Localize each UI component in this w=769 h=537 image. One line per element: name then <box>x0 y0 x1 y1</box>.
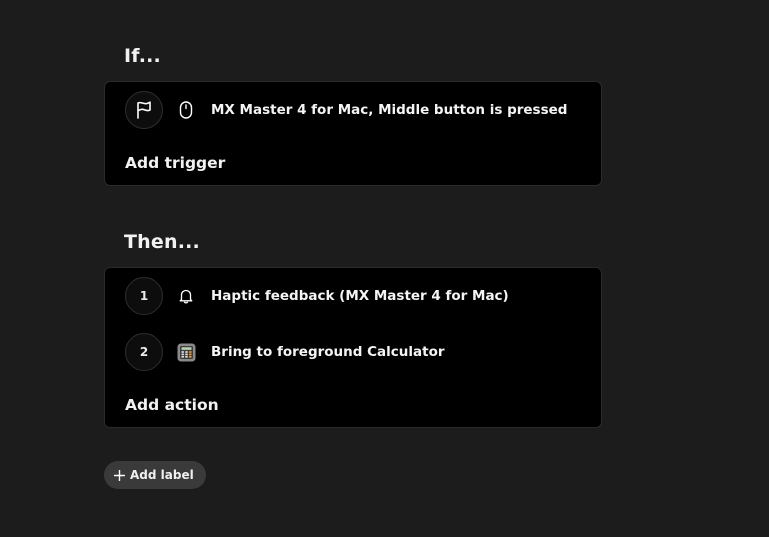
calculator-icon <box>176 342 196 362</box>
action-text: Haptic feedback (MX Master 4 for Mac) <box>211 288 509 304</box>
trigger-badge <box>125 91 163 129</box>
action-text: Bring to foreground Calculator <box>211 344 445 360</box>
bell-icon <box>176 286 196 306</box>
plus-icon <box>113 469 125 481</box>
mouse-icon <box>176 100 196 120</box>
action-row[interactable]: 2 Bring to foreground Calculator <box>125 332 585 372</box>
add-trigger-button[interactable]: Add trigger <box>125 154 225 172</box>
action-card: 1 Haptic feedback (MX Master 4 for Mac) … <box>104 267 602 428</box>
action-number-badge: 1 <box>125 277 163 315</box>
trigger-row[interactable]: MX Master 4 for Mac, Middle button is pr… <box>125 90 585 130</box>
trigger-text: MX Master 4 for Mac, Middle button is pr… <box>211 102 568 118</box>
then-section-title: Then... <box>124 231 200 253</box>
if-section-title: If... <box>124 45 161 67</box>
add-label-text: Add label <box>130 468 194 482</box>
flag-icon <box>137 101 151 119</box>
action-row[interactable]: 1 Haptic feedback (MX Master 4 for Mac) <box>125 276 585 316</box>
add-label-button[interactable]: Add label <box>104 461 206 489</box>
automation-page: If... MX Master 4 for Mac, Middle button… <box>0 0 769 537</box>
add-action-button[interactable]: Add action <box>125 396 219 414</box>
trigger-card: MX Master 4 for Mac, Middle button is pr… <box>104 81 602 186</box>
action-number-badge: 2 <box>125 333 163 371</box>
